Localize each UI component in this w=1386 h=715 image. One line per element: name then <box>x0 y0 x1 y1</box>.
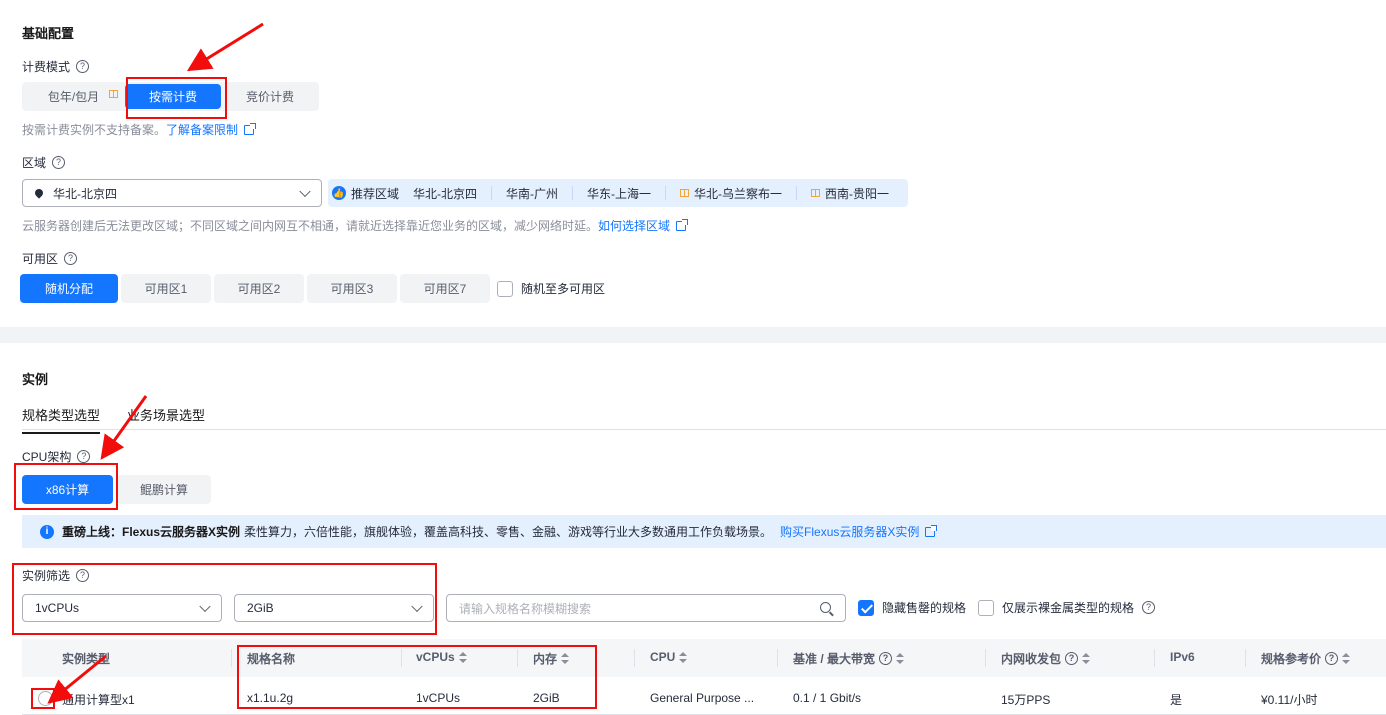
arrow-to-cpu <box>100 395 148 460</box>
annotation-arrows <box>47 22 264 704</box>
arrow-to-billing <box>186 22 264 72</box>
arrow-to-radio <box>47 654 107 704</box>
